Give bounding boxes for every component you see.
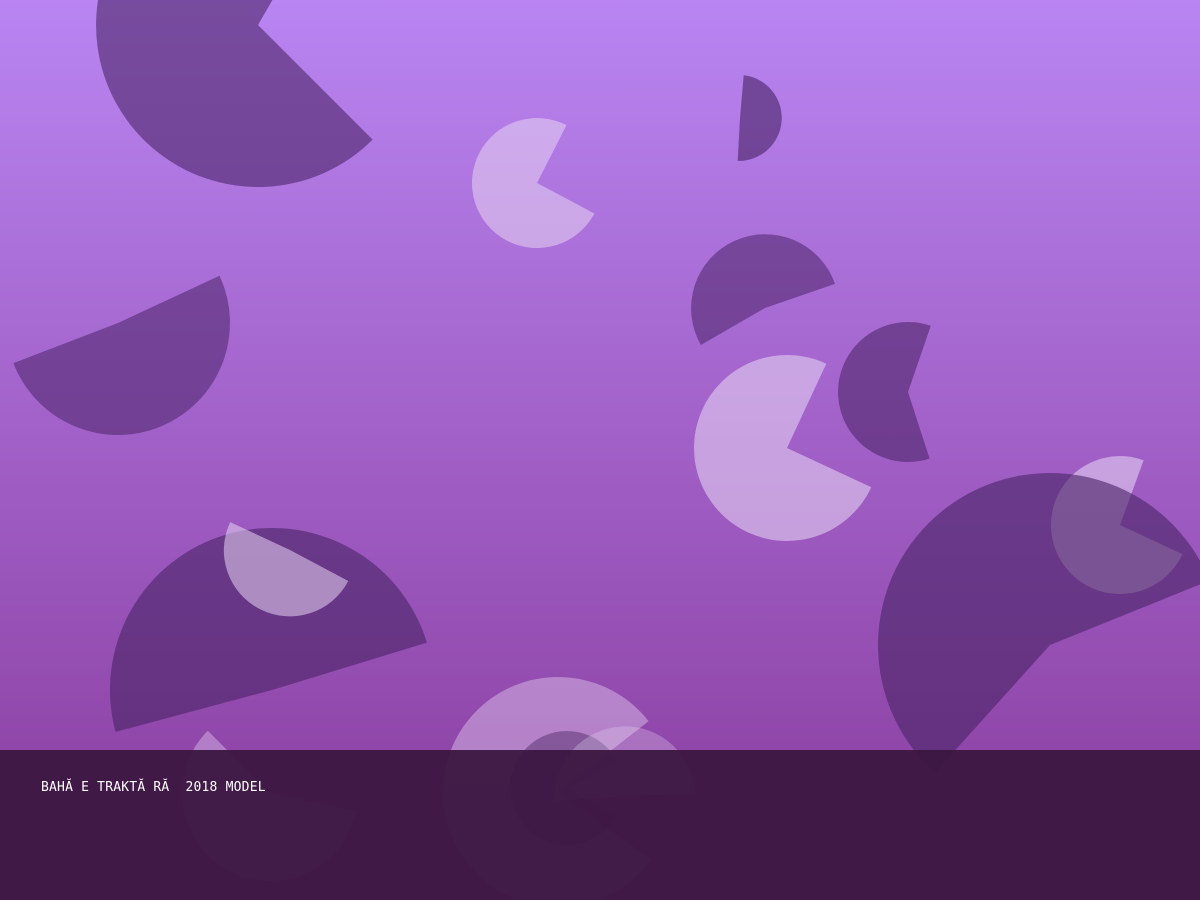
wallpaper-scene [0,0,1200,900]
caption-text: BAHĂ E TRAKTĂ RĂ 2018 MODEL [41,780,266,795]
footer-band [0,750,1200,900]
